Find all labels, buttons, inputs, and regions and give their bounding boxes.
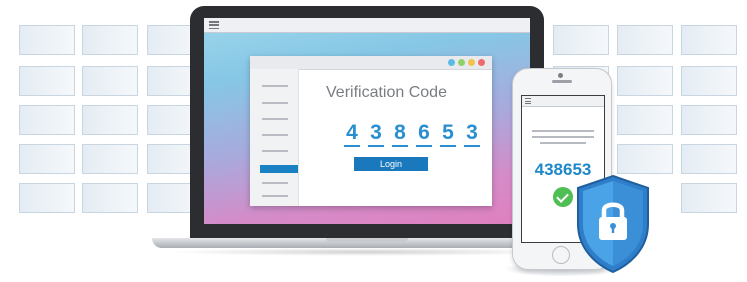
- sidebar-item[interactable]: [262, 182, 288, 184]
- window-sidebar: [250, 69, 299, 206]
- phone-text-line: [532, 136, 594, 138]
- shield-icon: [577, 174, 649, 274]
- sidebar-item[interactable]: [262, 85, 288, 87]
- window-dot-yellow[interactable]: [468, 59, 475, 66]
- laptop-screen: Verification Code 4 3 8 6 5 3 Login: [204, 18, 530, 224]
- bg-tile: [681, 144, 737, 174]
- phone-text-line: [532, 130, 594, 132]
- bg-tile: [681, 25, 737, 55]
- window-dot-red[interactable]: [478, 59, 485, 66]
- laptop-notch: [326, 238, 408, 242]
- code-digit[interactable]: 6: [416, 122, 432, 147]
- menu-icon[interactable]: [209, 21, 219, 30]
- code-digit[interactable]: 4: [344, 122, 360, 147]
- bg-tile: [681, 66, 737, 96]
- code-digit[interactable]: 3: [464, 122, 480, 147]
- bg-tile: [681, 105, 737, 135]
- sidebar-item[interactable]: [262, 195, 288, 197]
- code-digit[interactable]: 5: [440, 122, 456, 147]
- sidebar-item[interactable]: [262, 118, 288, 120]
- phone-camera: [558, 73, 563, 78]
- bg-tile: [617, 105, 673, 135]
- verification-window: Verification Code 4 3 8 6 5 3 Login: [250, 56, 492, 206]
- bg-tile: [19, 66, 75, 96]
- verification-title: Verification Code: [326, 84, 447, 101]
- bg-tile: [82, 105, 138, 135]
- check-icon: [553, 187, 573, 207]
- bg-tile: [19, 105, 75, 135]
- bg-tile: [82, 183, 138, 213]
- bg-tile: [82, 66, 138, 96]
- menu-icon[interactable]: [525, 98, 531, 104]
- home-button[interactable]: [552, 246, 570, 264]
- code-digit[interactable]: 3: [368, 122, 384, 147]
- sidebar-item[interactable]: [262, 134, 288, 136]
- phone-speaker: [552, 80, 572, 83]
- bg-tile: [553, 25, 609, 55]
- bg-tile: [19, 183, 75, 213]
- phone-text-line: [540, 142, 586, 144]
- laptop-shadow: [165, 248, 565, 256]
- verification-code-input[interactable]: 4 3 8 6 5 3: [344, 122, 480, 147]
- login-button[interactable]: Login: [354, 157, 428, 171]
- sidebar-item[interactable]: [262, 150, 288, 152]
- bg-tile: [19, 144, 75, 174]
- code-digit[interactable]: 8: [392, 122, 408, 147]
- bg-tile: [617, 25, 673, 55]
- bg-tile: [617, 66, 673, 96]
- sidebar-item[interactable]: [262, 102, 288, 104]
- desktop-top-bar: [204, 18, 530, 33]
- bg-tile: [82, 25, 138, 55]
- window-dot-green[interactable]: [458, 59, 465, 66]
- bg-tile: [617, 144, 673, 174]
- phone-top-bar: [522, 96, 604, 107]
- sidebar-item-active[interactable]: [260, 165, 298, 173]
- window-dot-blue[interactable]: [448, 59, 455, 66]
- bg-tile: [681, 183, 737, 213]
- bg-tile: [19, 25, 75, 55]
- bg-tile: [82, 144, 138, 174]
- window-titlebar: [250, 56, 492, 70]
